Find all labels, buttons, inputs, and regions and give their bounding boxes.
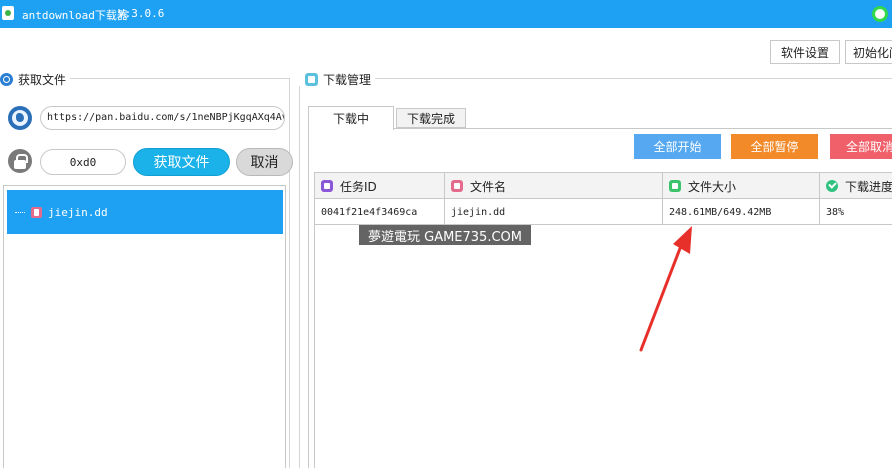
cell-progress: 38% — [826, 206, 845, 218]
download-table: 任务ID 文件名 文件大小 下载进度 0041f21e4f3469ca jiej… — [314, 172, 892, 468]
fetch-group-border-right — [289, 78, 290, 468]
fetch-file-button[interactable]: 获取文件 — [133, 148, 230, 176]
fetch-group-label: 获取文件 — [18, 73, 67, 87]
column-label: 文件大小 — [688, 179, 737, 194]
cancel-all-button[interactable]: 全部取消 — [830, 134, 892, 159]
globe-icon — [8, 106, 32, 130]
initialize-button[interactable]: 初始化问 — [845, 40, 892, 64]
cell-task-id: 0041f21e4f3469ca — [315, 199, 445, 225]
column-header-file-size[interactable]: 文件大小 — [663, 173, 820, 199]
pause-all-button[interactable]: 全部暂停 — [731, 134, 818, 159]
edit-icon — [321, 180, 333, 192]
download-manager-icon — [305, 73, 318, 86]
column-label: 下载进度 — [845, 179, 892, 194]
software-settings-button[interactable]: 软件设置 — [770, 40, 840, 64]
window-title: antdownload下载器 — [22, 9, 128, 22]
cell-file-size: 248.61MB/649.42MB — [663, 199, 820, 225]
start-all-button[interactable]: 全部开始 — [634, 134, 721, 159]
fetch-group-title: 获取文件 — [0, 71, 71, 88]
watermark: 夢遊電玩 GAME735.COM — [359, 225, 531, 245]
url-input[interactable]: https://pan.baidu.com/s/1neNBPjKgqAXq4Av… — [40, 106, 285, 130]
column-header-file-name[interactable]: 文件名 — [445, 173, 663, 199]
table-row[interactable]: 0041f21e4f3469ca jiejin.dd 248.61MB/649.… — [315, 199, 892, 225]
file-icon — [31, 206, 42, 218]
download-group-label: 下载管理 — [323, 73, 372, 87]
tree-connector — [15, 211, 25, 213]
tab-downloading[interactable]: 下载中 — [308, 106, 394, 130]
fetch-group-border — [64, 78, 290, 79]
file-icon — [451, 180, 463, 192]
extract-code-input[interactable]: 0xd0 — [40, 149, 126, 175]
table-header: 任务ID 文件名 文件大小 下载进度 — [315, 173, 892, 199]
check-icon — [826, 180, 838, 192]
tab-completed[interactable]: 下载完成 — [396, 108, 466, 128]
tree-item[interactable]: jiejin.dd — [7, 190, 283, 234]
search-icon — [0, 73, 13, 86]
version-label: V:3.0.6 — [118, 7, 165, 20]
status-indicator-icon — [872, 6, 888, 22]
column-label: 文件名 — [470, 179, 507, 194]
cell-file-name: jiejin.dd — [445, 199, 663, 225]
title-bar: antdownload下载器 V:3.0.6 — [0, 0, 892, 28]
cancel-button[interactable]: 取消 — [236, 148, 293, 176]
tree-item-label: jiejin.dd — [48, 205, 108, 219]
download-group-title: 下载管理 — [305, 71, 376, 88]
file-tree[interactable]: jiejin.dd — [3, 185, 286, 468]
download-group-border — [372, 78, 892, 79]
download-group-border-left — [299, 86, 300, 468]
column-header-progress[interactable]: 下载进度 — [820, 173, 892, 199]
app-icon — [2, 6, 14, 20]
lock-icon — [8, 149, 32, 173]
column-header-task-id[interactable]: 任务ID — [315, 173, 445, 199]
drive-icon — [669, 180, 681, 192]
column-label: 任务ID — [340, 179, 377, 194]
